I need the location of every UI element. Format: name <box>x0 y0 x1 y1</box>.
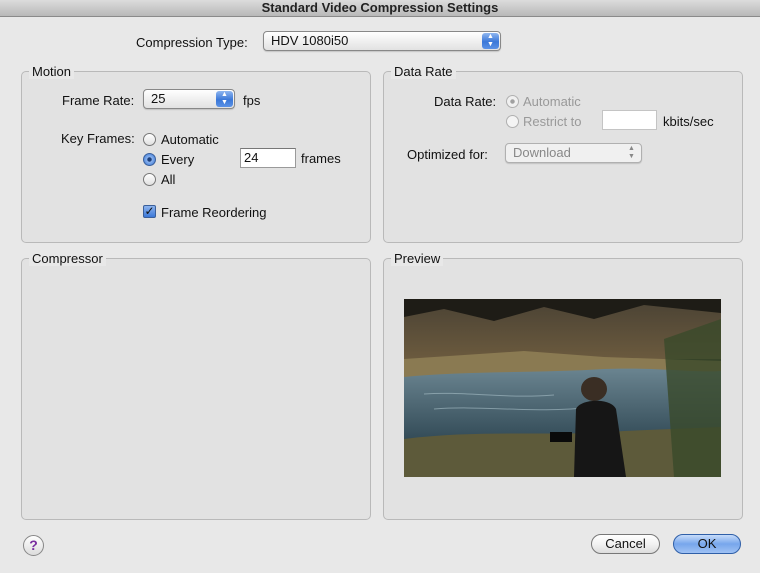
cancel-button[interactable]: Cancel <box>591 534 660 554</box>
key-frame-automatic-label: Automatic <box>161 132 219 147</box>
window-title: Standard Video Compression Settings <box>0 0 760 17</box>
key-frames-label: Key Frames: <box>61 131 135 146</box>
frame-rate-popup[interactable]: 25 ▲ ▼ <box>143 89 235 109</box>
optimized-for-popup[interactable]: Download ▲ ▼ <box>505 143 642 163</box>
frames-unit: frames <box>301 151 341 166</box>
key-frame-all-radio[interactable] <box>143 173 156 186</box>
popup-arrows-icon: ▲ ▼ <box>482 33 499 49</box>
data-rate-automatic-radio[interactable] <box>506 95 519 108</box>
data-rate-automatic-label: Automatic <box>523 94 581 109</box>
data-rate-label: Data Rate: <box>434 94 497 109</box>
key-frame-all-label: All <box>161 172 176 187</box>
key-frame-every-radio[interactable] <box>143 153 156 166</box>
frame-reordering-label: Frame Reordering <box>161 205 267 220</box>
compression-type-value: HDV 1080i50 <box>271 33 349 48</box>
preview-title: Preview <box>391 251 444 266</box>
compressor-title: Compressor <box>29 251 106 266</box>
kbits-unit: kbits/sec <box>663 114 714 129</box>
popup-arrows-icon: ▲ ▼ <box>216 91 233 107</box>
data-rate-restrict-radio[interactable] <box>506 115 519 128</box>
frame-rate-label: Frame Rate: <box>62 93 135 108</box>
frame-rate-value: 25 <box>151 91 166 106</box>
key-frame-automatic-radio[interactable] <box>143 133 156 146</box>
optimized-for-value: Download <box>513 145 571 160</box>
data-rate-restrict-field[interactable] <box>602 110 657 130</box>
fps-unit: fps <box>243 93 261 108</box>
key-frame-every-label: Every <box>161 152 195 167</box>
compression-type-popup[interactable]: HDV 1080i50 ▲ ▼ <box>263 31 501 51</box>
motion-title: Motion <box>29 64 75 79</box>
frame-reordering-checkbox[interactable]: ✓ <box>143 205 156 218</box>
preview-image <box>404 299 721 477</box>
ok-button[interactable]: OK <box>673 534 741 554</box>
help-button[interactable]: ? <box>23 535 44 556</box>
data-rate-restrict-label: Restrict to <box>523 114 582 129</box>
compression-type-label: Compression Type: <box>136 35 248 50</box>
popup-arrows-icon: ▲ ▼ <box>628 145 635 160</box>
key-frame-every-field[interactable]: 24 <box>240 148 296 168</box>
data-rate-title: Data Rate <box>391 64 456 79</box>
optimized-for-label: Optimized for: <box>407 147 488 162</box>
compressor-group <box>21 258 371 520</box>
